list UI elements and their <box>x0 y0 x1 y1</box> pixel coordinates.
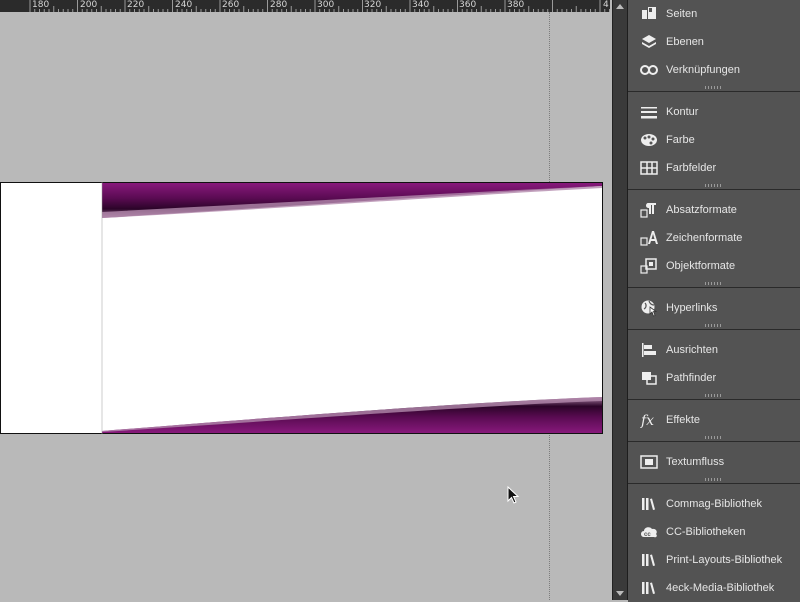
panel-item-label: Kontur <box>666 106 699 118</box>
panel-item-4eck-media-bibliothek[interactable]: 4eck-Media-Bibliothek <box>628 574 800 602</box>
panel-group-grip[interactable] <box>628 322 800 329</box>
ruler-label: 220 <box>127 0 145 10</box>
page-background <box>0 182 603 434</box>
panel-group: Hyperlinks <box>628 288 800 330</box>
mouse-cursor-icon <box>507 486 520 504</box>
panel-item-label: Pathfinder <box>666 372 717 384</box>
panel-group-grip[interactable] <box>628 392 800 399</box>
pages-icon <box>638 5 660 23</box>
panel-group: Ausrichten Pathfinder <box>628 330 800 400</box>
ruler-label: 280 <box>270 0 288 10</box>
panel-item-cc-bibliotheken[interactable]: cc CC-Bibliotheken <box>628 518 800 546</box>
panel-item-label: Farbe <box>666 134 695 146</box>
scroll-down-icon[interactable] <box>616 591 624 596</box>
ruler-label: 380 <box>507 0 525 10</box>
panel-group: Commag-Bibliothek cc CC-Bibliotheken Pri… <box>628 484 800 602</box>
hyperlinks-icon <box>638 299 660 317</box>
character-styles-icon <box>638 229 660 247</box>
panel-group-grip[interactable] <box>628 280 800 287</box>
cc-libraries-icon: cc <box>638 523 660 541</box>
panel-item-absatzformate[interactable]: Absatzformate <box>628 196 800 224</box>
panel-item-verknuepfungen[interactable]: Verknüpfungen <box>628 56 800 84</box>
panel-item-hyperlinks[interactable]: Hyperlinks <box>628 294 800 322</box>
panel-item-print-layouts-bibliothek[interactable]: Print-Layouts-Bibliothek <box>628 546 800 574</box>
panel-dock: Seiten Ebenen Verknüpfungen Kontur Farbe… <box>627 0 800 602</box>
panel-item-zeichenformate[interactable]: Zeichenformate <box>628 224 800 252</box>
ruler-label: 180 <box>32 0 50 10</box>
palette-icon <box>638 131 660 149</box>
panel-item-label: Verknüpfungen <box>666 64 741 76</box>
panel-item-label: CC-Bibliotheken <box>666 526 746 538</box>
panel-item-label: Absatzformate <box>666 204 737 216</box>
panel-item-commag-bibliothek[interactable]: Commag-Bibliothek <box>628 490 800 518</box>
text-wrap-icon <box>638 453 660 471</box>
library-icon <box>638 579 660 597</box>
panel-group-grip[interactable] <box>628 434 800 441</box>
library-icon <box>638 495 660 513</box>
panel-group: Textumfluss <box>628 442 800 484</box>
stroke-icon <box>638 103 660 121</box>
panel-item-ausrichten[interactable]: Ausrichten <box>628 336 800 364</box>
panel-item-kontur[interactable]: Kontur <box>628 98 800 126</box>
ruler-label: 200 <box>80 0 98 10</box>
panel-item-label: Effekte <box>666 414 701 426</box>
panel-group-grip[interactable] <box>628 476 800 483</box>
pathfinder-icon <box>638 369 660 387</box>
swatches-icon <box>638 159 660 177</box>
panel-item-label: Objektformate <box>666 260 736 272</box>
ruler-label: 4 <box>603 0 609 10</box>
panel-item-effekte[interactable]: fx Effekte <box>628 406 800 434</box>
panel-item-label: Ausrichten <box>666 344 718 356</box>
ruler-label: 320 <box>364 0 382 10</box>
ruler-label: 240 <box>175 0 193 10</box>
panel-item-label: Ebenen <box>666 36 704 48</box>
panel-group: fx Effekte <box>628 400 800 442</box>
panel-group: Seiten Ebenen Verknüpfungen <box>628 0 800 92</box>
ruler-label: 340 <box>412 0 430 10</box>
panel-item-label: Commag-Bibliothek <box>666 498 762 510</box>
svg-text:cc: cc <box>644 532 651 538</box>
ruler-label: 360 <box>459 0 477 10</box>
panel-group: Kontur Farbe Farbfelder <box>628 92 800 190</box>
object-styles-icon <box>638 257 660 275</box>
scroll-up-icon[interactable] <box>616 4 624 9</box>
ruler-label: 300 <box>317 0 335 10</box>
paragraph-styles-icon <box>638 201 660 219</box>
vertical-scrollbar[interactable] <box>612 0 627 600</box>
panel-item-label: 4eck-Media-Bibliothek <box>666 582 775 594</box>
effects-icon: fx <box>638 411 660 429</box>
panel-item-farbe[interactable]: Farbe <box>628 126 800 154</box>
panel-item-label: Textumfluss <box>666 456 725 468</box>
panel-item-label: Hyperlinks <box>666 302 718 314</box>
align-icon <box>638 341 660 359</box>
panel-item-pathfinder[interactable]: Pathfinder <box>628 364 800 392</box>
library-icon <box>638 551 660 569</box>
ruler-label: 260 <box>222 0 240 10</box>
panel-group-grip[interactable] <box>628 84 800 91</box>
panel-item-label: Farbfelder <box>666 162 717 174</box>
document-page[interactable] <box>0 182 604 434</box>
panel-item-textumfluss[interactable]: Textumfluss <box>628 448 800 476</box>
document-canvas[interactable] <box>0 12 612 600</box>
panel-group: Absatzformate Zeichenformate Objektforma… <box>628 190 800 288</box>
panel-item-ebenen[interactable]: Ebenen <box>628 28 800 56</box>
links-icon <box>638 61 660 79</box>
panel-item-label: Seiten <box>666 8 698 20</box>
panel-item-farbfelder[interactable]: Farbfelder <box>628 154 800 182</box>
svg-text:fx: fx <box>640 413 654 428</box>
panel-item-label: Print-Layouts-Bibliothek <box>666 554 783 566</box>
panel-group-grip[interactable] <box>628 182 800 189</box>
panel-item-objektformate[interactable]: Objektformate <box>628 252 800 280</box>
panel-item-seiten[interactable]: Seiten <box>628 0 800 28</box>
layers-icon <box>638 33 660 51</box>
panel-item-label: Zeichenformate <box>666 232 743 244</box>
